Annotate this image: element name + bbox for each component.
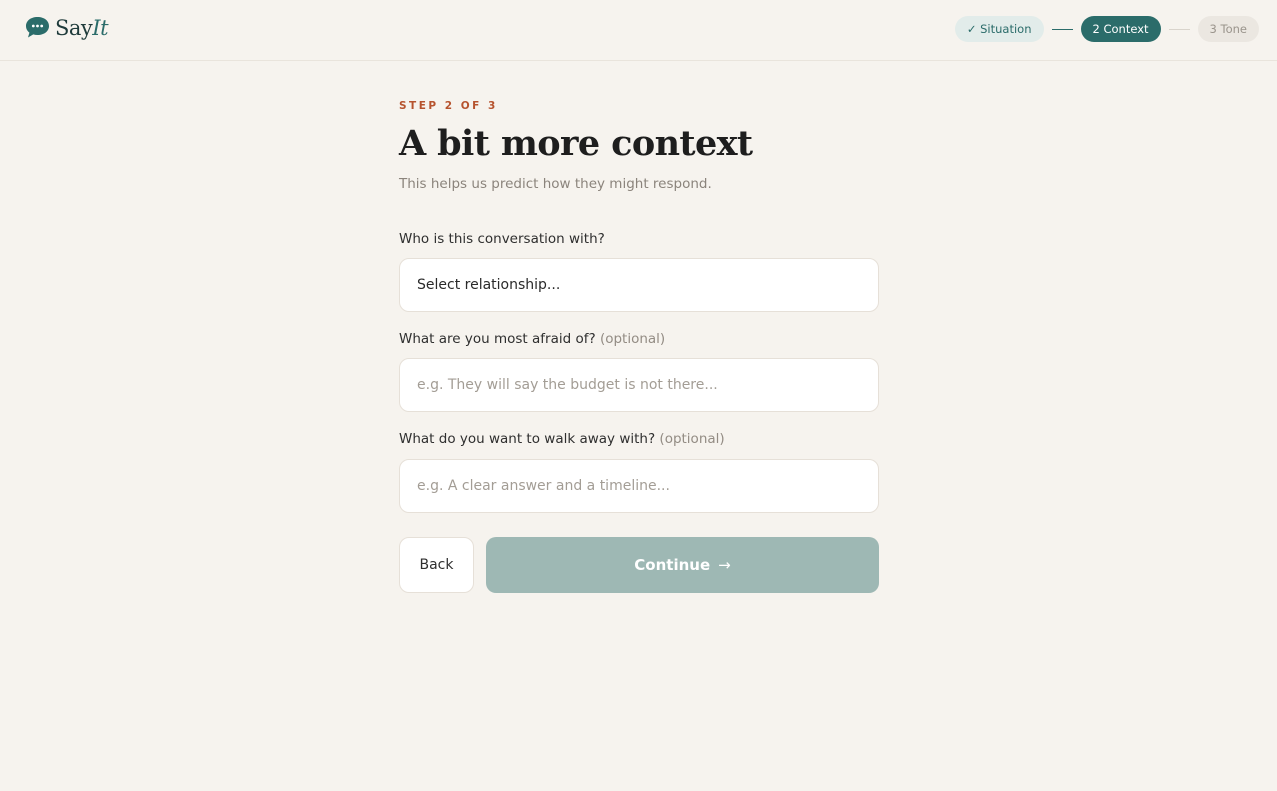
relationship-select[interactable]: Select relationship... xyxy=(399,258,879,312)
fear-label-text: What are you most afraid of? xyxy=(399,331,596,347)
page-subtitle: This helps us predict how they might res… xyxy=(399,176,712,192)
fear-field[interactable] xyxy=(399,358,879,412)
continue-label: Continue xyxy=(634,556,711,574)
chat-bubble-icon xyxy=(26,17,49,38)
step-connector xyxy=(1051,28,1073,30)
app-name: SayIt xyxy=(55,15,109,40)
step-connector xyxy=(1168,28,1190,30)
goal-input[interactable] xyxy=(417,478,857,494)
top-bar: SayIt ✓ Situation 2 Context 3 Tone xyxy=(0,0,1277,61)
goal-optional-tag: (optional) xyxy=(659,431,725,447)
fear-optional-tag: (optional) xyxy=(599,331,666,347)
app-name-part2: It xyxy=(92,15,109,40)
step-tone: 3 Tone xyxy=(1197,16,1259,42)
progress-stepper: ✓ Situation 2 Context 3 Tone xyxy=(954,16,1259,42)
fear-label: What are you most afraid of? (optional) xyxy=(399,331,665,347)
app-name-part1: Say xyxy=(55,15,93,40)
step-context[interactable]: 2 Context xyxy=(1080,16,1161,42)
goal-label-text: What do you want to walk away with? xyxy=(399,431,656,447)
fear-input[interactable] xyxy=(417,377,857,393)
continue-button[interactable]: Continue → xyxy=(486,537,879,593)
logo[interactable]: SayIt xyxy=(24,15,109,40)
relationship-label: Who is this conversation with? xyxy=(399,231,605,247)
page-title: A bit more context xyxy=(399,123,753,164)
goal-field[interactable] xyxy=(399,459,879,513)
context-form: STEP 2 OF 3 A bit more context This help… xyxy=(399,100,879,593)
relationship-label-text: Who is this conversation with? xyxy=(399,231,605,247)
relationship-select-value: Select relationship... xyxy=(417,277,561,293)
arrow-right-icon: → xyxy=(718,556,731,574)
back-button[interactable]: Back xyxy=(399,537,474,593)
step-situation[interactable]: ✓ Situation xyxy=(954,16,1044,42)
step-eyebrow: STEP 2 OF 3 xyxy=(399,100,498,112)
goal-label: What do you want to walk away with? (opt… xyxy=(399,431,725,447)
